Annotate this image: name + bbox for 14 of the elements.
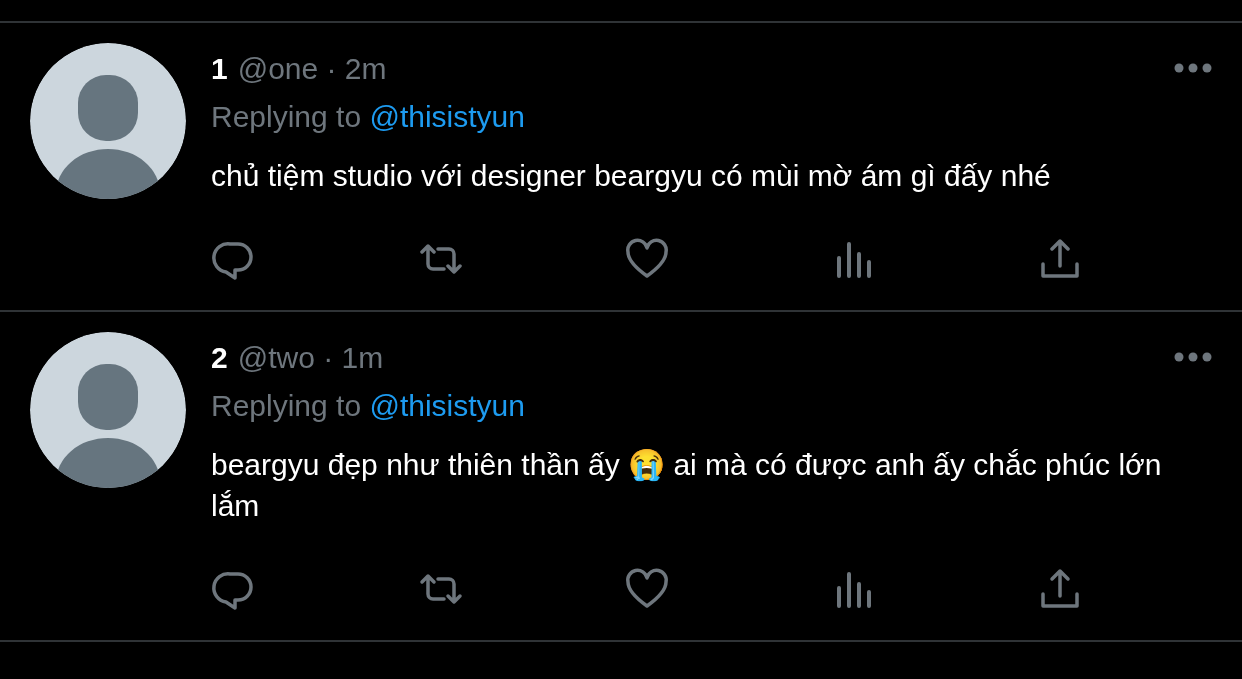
- replying-label: Replying to: [211, 389, 362, 422]
- avatar-icon[interactable]: [30, 332, 186, 488]
- replying-label: Replying to: [211, 100, 362, 133]
- avatar-icon[interactable]: [30, 43, 186, 199]
- tweet-text: chủ tiệm studio với designer beargyu có mùi mờ ám gì đấy nhé: [211, 158, 1052, 194]
- handle-and-time: @one · 2m: [237, 50, 387, 87]
- user-name: 2: [211, 339, 228, 376]
- tweet-text: beargyu đẹp như thiên thần ấy 😭 ai mà có được anh ấy chắc phúc lớn lắm: [211, 447, 1163, 524]
- mention-link[interactable]: @thisistyun: [369, 389, 525, 422]
- mention-link[interactable]: @thisistyun: [369, 100, 525, 133]
- more-icon[interactable]: [1174, 63, 1212, 73]
- more-icon[interactable]: [1174, 352, 1212, 362]
- user-name: 1: [211, 50, 228, 87]
- handle-and-time: @two · 1m: [237, 339, 384, 376]
